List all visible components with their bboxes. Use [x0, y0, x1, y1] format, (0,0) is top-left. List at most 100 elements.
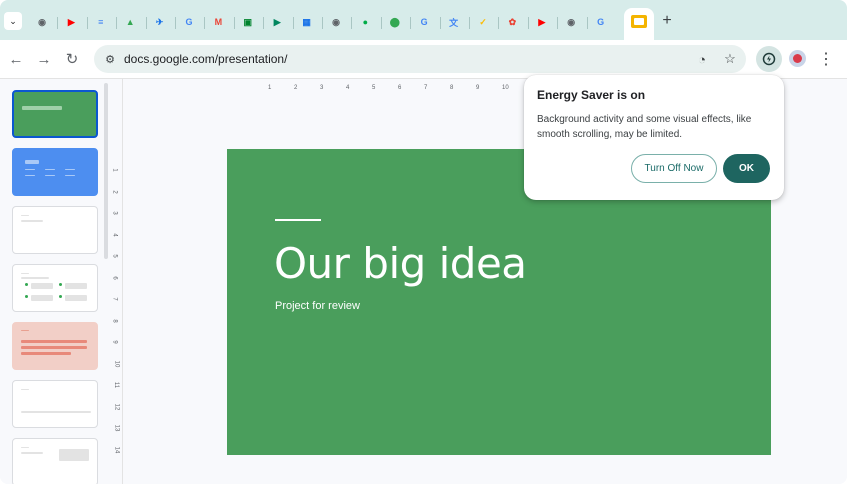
slide-thumbnail-4[interactable] — [12, 264, 98, 312]
tab-separator — [498, 17, 500, 29]
tab-1[interactable]: ◉ — [34, 14, 50, 30]
tab-4[interactable]: ▲ — [122, 14, 138, 30]
energy-saver-icon — [762, 52, 776, 66]
ruler-tick-label: 7 — [424, 85, 428, 91]
ruler-tick-label: 1 — [268, 85, 272, 91]
tab-separator — [233, 17, 235, 29]
tab-separator — [351, 17, 353, 29]
tab-5[interactable]: ✈ — [152, 14, 168, 30]
tab-separator — [439, 17, 441, 29]
slide-thumbnail-3[interactable] — [12, 206, 98, 254]
toolbar: ← → ↻ ⚙ docs.google.com/presentation/ ◔ … — [0, 40, 847, 78]
url-text: docs.google.com/presentation/ — [124, 52, 288, 66]
maps-icon: ⬤ — [389, 16, 400, 27]
tab-3[interactable]: ≡ — [93, 14, 109, 30]
drive-icon: ▲ — [125, 17, 135, 27]
tab-separator — [145, 17, 147, 29]
tab-9[interactable]: ▶ — [269, 14, 285, 30]
calendar-icon: ▦ — [302, 16, 311, 27]
tab-18[interactable]: ▶ — [534, 14, 550, 30]
bookmark-star-icon[interactable]: ☆ — [722, 51, 738, 67]
forward-button[interactable]: → — [34, 49, 54, 69]
tab-15[interactable]: 文 — [446, 14, 462, 30]
tab-separator — [557, 17, 559, 29]
ruler-tick-label: 1 — [111, 168, 118, 172]
tab-separator — [116, 17, 118, 29]
chrome-icon: ◉ — [332, 16, 340, 27]
tab-11[interactable]: ◉ — [328, 14, 344, 30]
tab-search-button[interactable]: ⌄ — [4, 12, 22, 30]
tasks-icon: ✓ — [479, 16, 487, 27]
tab-17[interactable]: ✿ — [504, 14, 520, 30]
ruler-tick-label: 2 — [111, 189, 118, 194]
flights-icon: ✈ — [155, 16, 164, 27]
tab-separator — [527, 17, 529, 29]
profile-avatar[interactable] — [789, 50, 806, 67]
chrome-icon: ◉ — [38, 16, 46, 27]
vertical-ruler[interactable]: 1 2 3 4 5 6 7 8 9 10 11 12 13 14 — [111, 149, 125, 459]
tab-8[interactable]: ▣ — [240, 14, 256, 30]
tab-separator — [86, 17, 88, 29]
ruler-tick-label: 8 — [111, 318, 118, 323]
reload-button[interactable]: ↻ — [62, 49, 82, 69]
youtube-music-icon: ▶ — [538, 16, 546, 27]
tab-19[interactable]: ◉ — [563, 14, 579, 30]
ruler-tick-label: 4 — [346, 85, 350, 91]
more-menu-button[interactable]: ⋮ — [818, 49, 834, 69]
turn-off-now-button[interactable]: Turn Off Now — [631, 154, 717, 183]
tab-13[interactable]: ⬤ — [387, 14, 403, 30]
tab-strip: ⌄ ◉ ▶ ≡ ▲ ✈ G M ▣ ▶ ▦ ◉ ● ⬤ G 文 ✓ ✿ ▶ ◉ G + — [0, 0, 847, 40]
address-bar[interactable]: ⚙ docs.google.com/presentation/ ◔ ☆ — [94, 45, 746, 73]
tab-separator — [322, 17, 323, 29]
slide-thumbnail-6[interactable] — [12, 380, 98, 428]
tab-separator — [410, 17, 412, 29]
tab-separator — [263, 17, 265, 29]
slide-subtitle[interactable]: Project for review — [275, 300, 360, 312]
tab-16[interactable]: ✓ — [475, 14, 491, 30]
arrow-right-icon: → — [36, 50, 52, 68]
tab-separator — [586, 17, 588, 29]
slide-thumbnail-2[interactable] — [12, 148, 98, 196]
gmail-icon: M — [214, 17, 223, 27]
back-button[interactable]: ← — [6, 49, 26, 69]
ruler-tick-label: 12 — [113, 403, 120, 410]
tab-separator — [469, 17, 470, 29]
ruler-tick-label: 3 — [320, 85, 324, 91]
site-info-icon[interactable]: ⚙ — [102, 51, 118, 67]
new-tab-button[interactable]: + — [659, 12, 675, 29]
ruler-tick-label: 14 — [113, 446, 120, 453]
tab-14[interactable]: G — [416, 14, 432, 30]
tab-6[interactable]: G — [181, 14, 197, 30]
slide-thumbnail-5[interactable] — [12, 322, 98, 370]
title-accent-line — [275, 219, 321, 221]
tab-active-slides[interactable] — [624, 8, 654, 40]
tab-20[interactable]: G — [593, 14, 609, 30]
ruler-tick-label: 5 — [372, 85, 376, 91]
translate-icon: 文 — [449, 17, 459, 28]
tab-10[interactable]: ▦ — [299, 14, 315, 30]
tab-separator — [204, 17, 206, 29]
slide-thumbnail-1[interactable] — [12, 90, 98, 138]
meet-icon: ▣ — [243, 16, 253, 27]
tab-2[interactable]: ▶ — [63, 14, 79, 30]
google-icon: G — [185, 17, 193, 27]
browser-window: ⌄ ◉ ▶ ≡ ▲ ✈ G M ▣ ▶ ▦ ◉ ● ⬤ G 文 ✓ ✿ ▶ ◉ G + ← → ↻ ⚙ docs.go… — [0, 0, 847, 484]
slide-thumbnail-7[interactable] — [12, 438, 98, 484]
energy-saver-popup: Energy Saver is on Background activity a… — [524, 75, 784, 200]
google-icon: G — [420, 17, 428, 27]
tab-separator — [175, 17, 176, 29]
ruler-tick-label: 5 — [111, 254, 118, 258]
ok-button[interactable]: OK — [723, 154, 770, 183]
filmstrip-scrollbar[interactable] — [104, 83, 108, 259]
slide-title[interactable]: Our big idea — [274, 239, 527, 288]
reload-icon: ↻ — [65, 51, 79, 68]
photos-icon: ✿ — [508, 16, 517, 27]
tab-7[interactable]: M — [210, 14, 226, 30]
energy-saver-button[interactable] — [756, 46, 782, 72]
google-icon: G — [597, 17, 605, 27]
tab-separator — [380, 17, 382, 29]
ruler-tick-label: 11 — [113, 381, 120, 389]
chat-icon: ● — [362, 17, 369, 27]
tab-12[interactable]: ● — [357, 14, 373, 30]
performance-icon[interactable]: ◔ — [694, 51, 710, 67]
